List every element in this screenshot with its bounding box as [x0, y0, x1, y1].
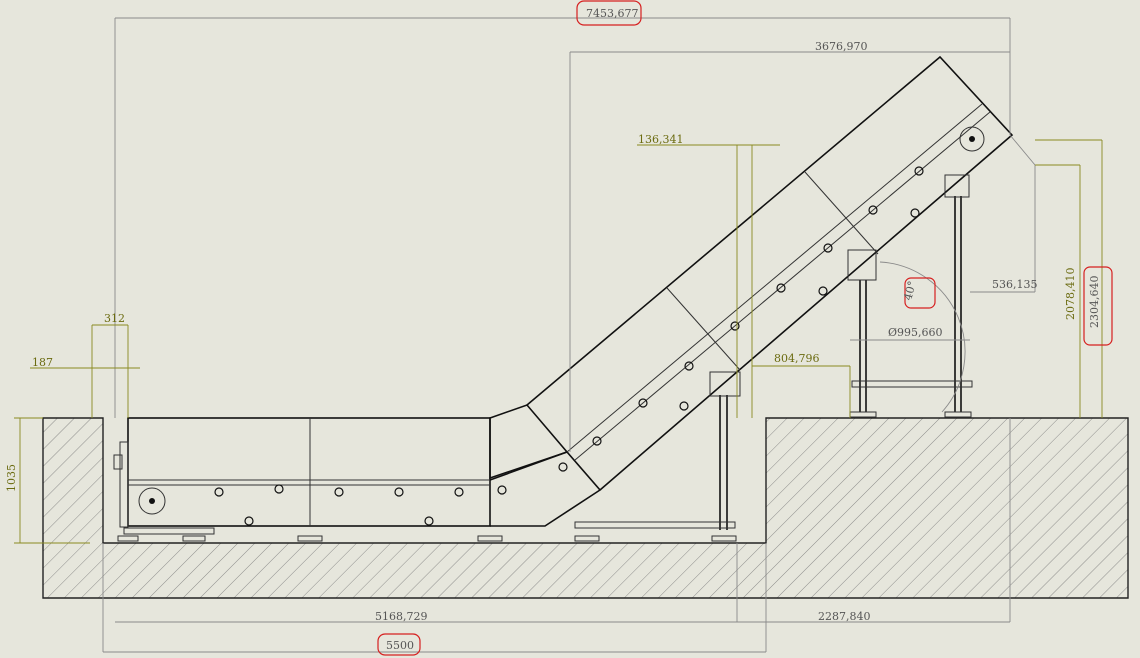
- dim-drum-diameter: Ø995,660: [888, 326, 943, 339]
- dim-incline-horizontal: 3676,970: [815, 40, 868, 53]
- dim-pit-length: 5500: [386, 639, 414, 652]
- conveyor-drawing: 7453,677 3676,970 136,341 804,796 536,13…: [5, 0, 1129, 656]
- dim-pit-to-rear: 536,135: [992, 278, 1038, 291]
- dim-top-offset: 136,341: [638, 133, 684, 146]
- dim-height-inner: 2078,410: [1064, 268, 1077, 321]
- foundation: [42, 417, 1129, 599]
- dim-left-offset: 187: [32, 356, 53, 369]
- dim-height-total: 2304,640: [1088, 276, 1101, 329]
- dim-left-small: 312: [104, 312, 125, 325]
- dim-pit-depth: 1035: [5, 464, 18, 492]
- dim-overall-length: 7453,677: [586, 7, 639, 20]
- dim-incline-base: 2287,840: [818, 610, 871, 623]
- dim-support-offset: 804,796: [774, 352, 820, 365]
- dim-incline-angle: 40°: [901, 280, 919, 302]
- dim-horizontal-length: 5168,729: [375, 610, 428, 623]
